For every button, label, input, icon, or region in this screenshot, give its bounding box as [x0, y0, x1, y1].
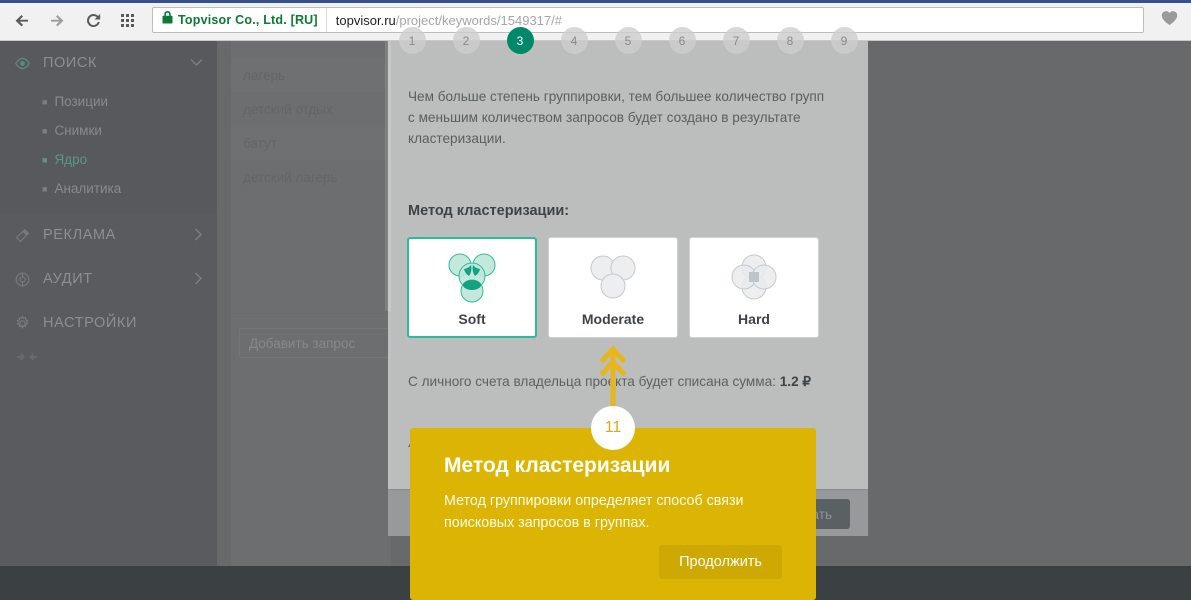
- tour-continue-button[interactable]: Продолжить: [659, 545, 782, 579]
- step-number: 3: [516, 33, 524, 48]
- grouping-description: Чем больше степень группировки, тем боль…: [408, 89, 825, 146]
- application-area: ПОИСК ■ Позиции ■ Снимки ■ Ядро: [0, 27, 1191, 600]
- step-dot[interactable]: 7: [722, 27, 750, 54]
- reload-icon: [84, 11, 103, 30]
- arrow-right-icon: [48, 11, 67, 30]
- bookmark-button[interactable]: [1152, 5, 1186, 35]
- venn-moderate-icon: [583, 249, 643, 305]
- lock-icon: [162, 11, 173, 29]
- step-number: 2: [462, 33, 470, 48]
- step-number: 8: [786, 33, 794, 48]
- site-identity-label: Topvisor Co., Ltd. [RU]: [178, 13, 318, 27]
- method-card-group: Soft Moderate Hard: [407, 237, 819, 338]
- step-dot[interactable]: 6: [668, 27, 696, 54]
- apps-grid-icon: [120, 13, 134, 27]
- reload-button[interactable]: [78, 5, 108, 35]
- step-number: 1: [408, 33, 416, 48]
- venn-hard-icon: [724, 249, 784, 305]
- step-number: 7: [732, 33, 740, 48]
- venn-soft-icon: [442, 249, 502, 305]
- price-text: С личного счета владельца проекта будет …: [408, 374, 776, 389]
- method-label: Hard: [738, 310, 770, 327]
- site-identity[interactable]: Topvisor Co., Ltd. [RU]: [153, 8, 327, 32]
- apps-grid-button[interactable]: [112, 5, 142, 35]
- method-label: Moderate: [581, 310, 645, 327]
- method-card-soft[interactable]: Soft: [407, 237, 537, 338]
- step-number: 4: [570, 33, 578, 48]
- back-button[interactable]: [6, 5, 36, 35]
- step-dot[interactable]: 2: [452, 27, 480, 54]
- method-card-hard[interactable]: Hard: [689, 237, 819, 338]
- tour-tooltip: 11 Метод кластеризации Метод группировки…: [410, 406, 816, 600]
- method-label: Soft: [458, 310, 486, 327]
- heart-icon: [1161, 10, 1178, 31]
- step-dot[interactable]: 4: [560, 27, 588, 54]
- step-number: 9: [840, 33, 848, 48]
- step-number: 6: [678, 33, 686, 48]
- step-dot[interactable]: 5: [614, 27, 642, 54]
- step-dot[interactable]: 9: [830, 27, 858, 54]
- price-amount: 1.2 ₽: [779, 374, 812, 389]
- url-text[interactable]: topvisor.ru/project/keywords/1549317/#: [327, 13, 562, 28]
- step-dot[interactable]: 8: [776, 27, 804, 54]
- tour-step-badge: 11: [591, 406, 635, 450]
- step-dot-active[interactable]: 3: [506, 27, 534, 54]
- tour-body: Метод группировки определяет способ связ…: [444, 493, 744, 531]
- tab-strip-edge: [0, 0, 1191, 3]
- method-card-moderate[interactable]: Moderate: [548, 237, 678, 338]
- url-path: /project/keywords/1549317/#: [395, 12, 562, 28]
- arrow-left-icon: [12, 11, 31, 30]
- tour-title: Метод кластеризации: [444, 454, 671, 477]
- step-number: 5: [624, 33, 632, 48]
- step-dot[interactable]: 1: [398, 27, 426, 54]
- step-indicator: 1 2 3 4 5 6 7 8 9: [388, 27, 868, 67]
- forward-button[interactable]: [42, 5, 72, 35]
- method-section-label: Метод кластеризации:: [408, 203, 570, 219]
- arrow-up-icon: [599, 344, 627, 415]
- url-host: topvisor.ru: [335, 12, 396, 28]
